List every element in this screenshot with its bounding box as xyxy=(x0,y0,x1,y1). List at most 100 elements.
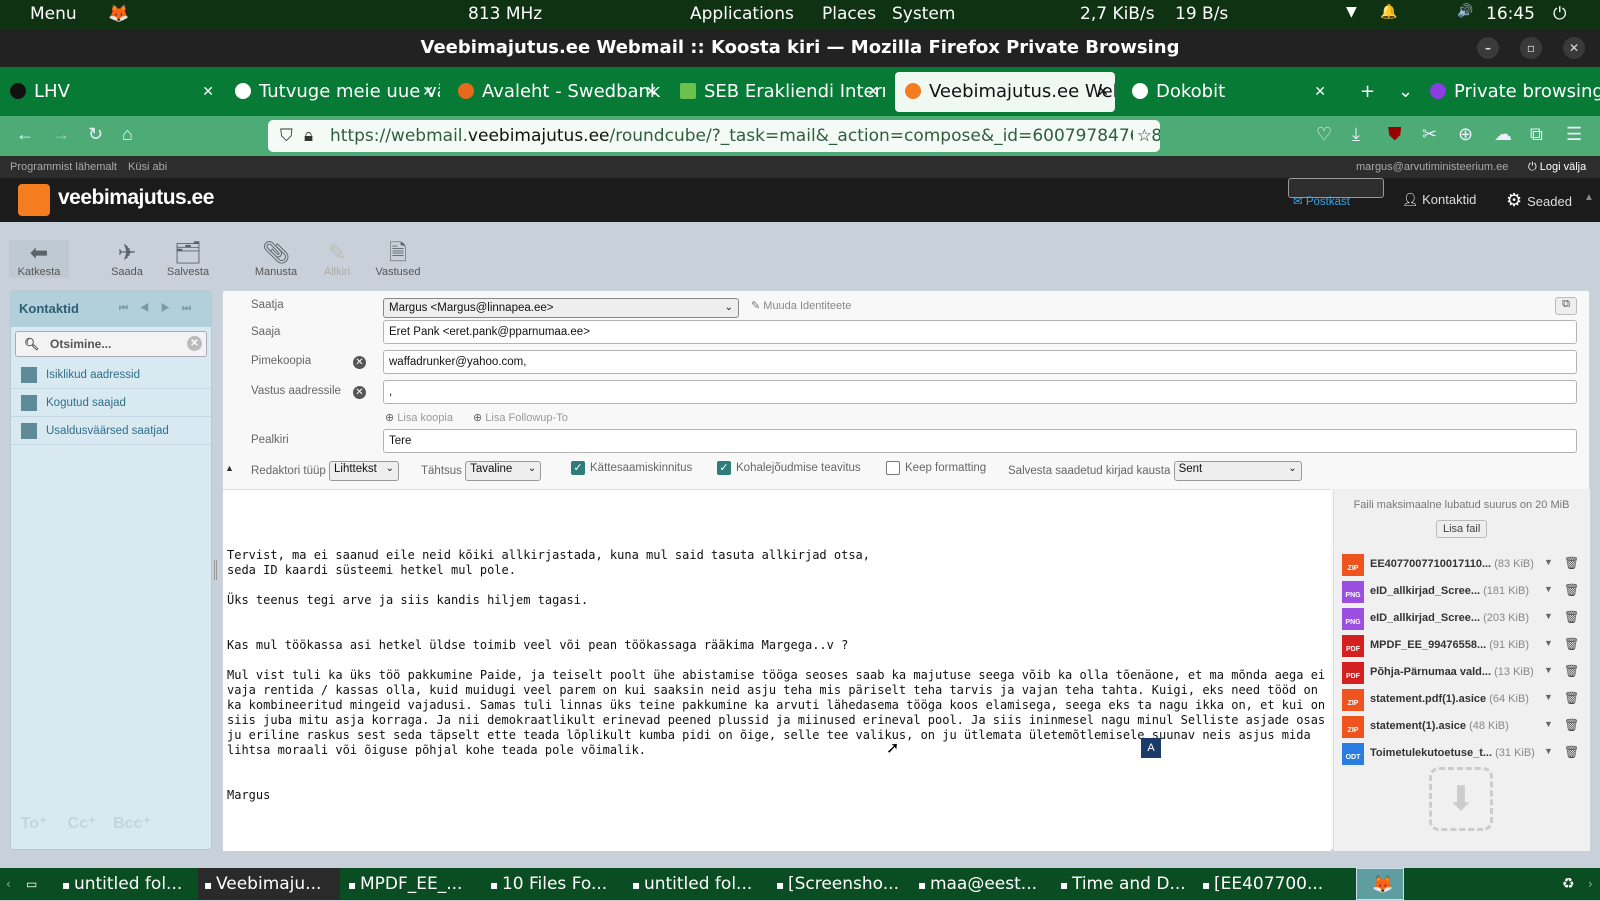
attachment-menu-chevron-icon[interactable]: ▼ xyxy=(1544,746,1553,756)
delete-attachment-trash-icon[interactable]: 🗑︎ xyxy=(1564,718,1579,732)
bookmark-star-icon[interactable]: ☆ xyxy=(1132,120,1152,152)
attachment-item[interactable]: ZIP statement.pdf(1).asice (64 KiB) ▼ 🗑︎ xyxy=(1342,687,1587,713)
cancel-button[interactable]: ⬅ Katkesta xyxy=(9,240,69,278)
pocket-icon[interactable]: ♡ xyxy=(1316,124,1332,145)
power-icon[interactable]: ⏻ xyxy=(1553,4,1566,24)
remove-bcc-icon[interactable]: ✕ xyxy=(353,356,366,369)
popout-icon[interactable]: ⧉ xyxy=(1555,297,1577,315)
close-tab-icon[interactable]: ✕ xyxy=(867,72,879,112)
add-to-button[interactable]: To⁺ xyxy=(11,799,57,843)
attach-button[interactable]: 📎︎ Manusta xyxy=(246,240,306,278)
drop-zone-download-icon[interactable]: ⬇ xyxy=(1429,767,1493,831)
taskbar-window-button[interactable]: ▪ [Screensho... xyxy=(770,868,910,900)
taskbar-window-button[interactable]: ▪ MPDF_EE_... xyxy=(342,868,482,900)
attachment-item[interactable]: PNG eID_allkirjad_Scree... (203 KiB) ▼ 🗑︎ xyxy=(1342,606,1587,632)
attachment-item[interactable]: ODT Toimetulekutoetuse_t... (31 KiB) ▼ 🗑︎ xyxy=(1342,741,1587,767)
send-button[interactable]: ✈ Saada xyxy=(97,240,157,278)
delete-attachment-trash-icon[interactable]: 🗑︎ xyxy=(1564,691,1579,705)
message-body-editor[interactable]: Tervist, ma ei saanud eile neid kõiki al… xyxy=(223,489,1331,851)
ublock-icon[interactable]: ⛊ xyxy=(1388,124,1402,145)
message-body-text[interactable]: Tervist, ma ei saanud eile neid kõiki al… xyxy=(227,548,1325,803)
bcc-input[interactable]: waffadrunker@yahoo.com, xyxy=(383,350,1577,374)
contact-group[interactable]: Isiklikud aadressid xyxy=(11,361,211,389)
applications-menu[interactable]: Applications xyxy=(690,4,794,24)
tab-seb[interactable]: SEB Erakliendi Internetipank✕ xyxy=(670,72,885,112)
taskbar-window-button[interactable]: ▪ untitled fol... xyxy=(626,868,768,900)
lock-icon[interactable]: 🔒︎ xyxy=(304,120,313,152)
priority-select[interactable]: Tavaline ⌄ xyxy=(465,461,542,481)
change-identity-link[interactable]: ✎ Muuda Identiteete xyxy=(751,299,851,312)
replyto-input[interactable]: , xyxy=(383,380,1577,404)
close-window-button[interactable]: ✕ xyxy=(1563,37,1585,59)
nav-kontaktid[interactable]: 👤︎ Kontaktid xyxy=(1390,178,1488,222)
taskbar-scroll-right-icon[interactable]: › xyxy=(1582,868,1593,900)
save-folder-select[interactable]: Sent ⌄ xyxy=(1173,461,1302,481)
contacts-search-input[interactable]: 🔍︎ Otsimine... ✕ xyxy=(15,331,207,357)
help-link[interactable]: Küsi abi xyxy=(128,156,167,178)
editor-type-select[interactable]: Lihttekst ⌄ xyxy=(329,461,399,481)
pagination-icons[interactable]: ⏮◀▶⏭ xyxy=(119,291,203,327)
close-tab-icon[interactable]: ✕ xyxy=(1097,72,1109,112)
collapse-options-icon[interactable]: ▲ xyxy=(225,463,234,473)
remove-replyto-icon[interactable]: ✕ xyxy=(353,386,366,399)
globe-icon[interactable]: ⊕ xyxy=(1458,124,1473,145)
nav-seaded[interactable]: ⚙ Seaded xyxy=(1494,178,1584,222)
volume-icon[interactable]: 🔊 xyxy=(1457,4,1473,19)
add-bcc-button[interactable]: Bcc⁺ xyxy=(109,799,155,843)
subject-input[interactable]: Tere xyxy=(383,429,1577,453)
clear-search-icon[interactable]: ✕ xyxy=(187,336,202,351)
brand-logo[interactable]: veebimajutus.ee xyxy=(58,186,214,210)
tab-veebimajutus[interactable]: Veebimajutus.ee Webmail✕ xyxy=(895,72,1115,112)
taskbar-window-button[interactable]: ▪ Time and D... xyxy=(1054,868,1194,900)
receipt-option[interactable]: ✓ Kättesaamiskinnitus xyxy=(571,461,692,475)
tab-tutvuge[interactable]: Tutvuge meie uue väljaande✕ xyxy=(225,72,440,112)
receipt-checkbox[interactable]: ✓ xyxy=(571,461,585,475)
extension-cloud-icon[interactable]: ☁ xyxy=(1494,124,1512,145)
taskbar-scroll-left-icon[interactable]: ‹ xyxy=(0,868,16,900)
tab-lhv[interactable]: LHV ✕ xyxy=(0,72,220,112)
attachment-item[interactable]: PDF Põhja-Pärnumaa vald... (13 KiB) ▼ 🗑︎ xyxy=(1342,660,1587,686)
close-tab-icon[interactable]: ✕ xyxy=(422,72,434,112)
collapse-header-icon[interactable]: ▲ xyxy=(1584,192,1594,203)
attachment-menu-chevron-icon[interactable]: ▼ xyxy=(1544,665,1553,675)
save-button[interactable]: 🗂︎ Salvesta xyxy=(158,240,218,278)
about-link[interactable]: Programmist lähemalt xyxy=(10,156,117,178)
attachment-item[interactable]: PDF MPDF_EE_99476558... (91 KiB) ▼ 🗑︎ xyxy=(1342,633,1587,659)
to-input[interactable]: Eret Pank <eret.pank@pparnumaa.ee> xyxy=(383,320,1577,344)
attachment-menu-chevron-icon[interactable]: ▼ xyxy=(1544,692,1553,702)
nav-postkast[interactable]: ✉ Postkast xyxy=(1288,178,1384,208)
places-menu[interactable]: Places xyxy=(822,4,876,24)
signature-button[interactable]: ✎ Allkiri xyxy=(307,240,367,278)
delete-attachment-trash-icon[interactable]: 🗑︎ xyxy=(1564,583,1579,597)
tab-swedbank[interactable]: Avaleht - Swedbank ✕ xyxy=(448,72,663,112)
minimize-button[interactable]: – xyxy=(1477,37,1499,59)
shield-icon[interactable]: ⛉ xyxy=(280,120,293,152)
taskbar-window-button[interactable]: ▪ [EE407700... xyxy=(1196,868,1336,900)
delete-attachment-trash-icon[interactable]: 🗑︎ xyxy=(1564,637,1579,651)
clock[interactable]: 16:45 xyxy=(1486,4,1535,24)
back-icon[interactable]: ← xyxy=(16,124,34,145)
taskbar-window-button[interactable]: ▪ maa@eest... xyxy=(912,868,1052,900)
show-desktop-icon[interactable]: ▭ xyxy=(20,868,37,900)
attachment-item[interactable]: PNG eID_allkirjad_Scree... (181 KiB) ▼ 🗑︎ xyxy=(1342,579,1587,605)
close-tab-icon[interactable]: ✕ xyxy=(645,72,657,112)
close-tab-icon[interactable]: ✕ xyxy=(202,72,214,112)
tab-list-chevron-icon[interactable]: ⌄ xyxy=(1388,72,1413,112)
attachment-item[interactable]: ZIP statement(1).asice (48 KiB) ▼ 🗑︎ xyxy=(1342,714,1587,740)
new-tab-button[interactable]: + xyxy=(1350,72,1375,112)
bell-icon[interactable]: 🔔 xyxy=(1380,4,1397,20)
dsn-option[interactable]: ✓ Kohalejõudmise teavitus xyxy=(717,461,861,475)
delete-attachment-trash-icon[interactable]: 🗑︎ xyxy=(1564,556,1579,570)
tab-dokobit[interactable]: Dokobit ✕ xyxy=(1122,72,1332,112)
delete-attachment-trash-icon[interactable]: 🗑︎ xyxy=(1564,610,1579,624)
system-menu[interactable]: System xyxy=(892,4,955,24)
extensions-icon[interactable]: ⧉ xyxy=(1530,124,1543,145)
home-icon[interactable]: ⌂ xyxy=(122,124,133,145)
panel-resize-handle[interactable] xyxy=(214,560,217,580)
url-bar[interactable]: ⛉ 🔒︎ https://webmail.veebimajutus.ee/rou… xyxy=(268,120,1160,152)
add-followup-link[interactable]: ⊕ Lisa Followup-To xyxy=(473,411,568,424)
attachment-menu-chevron-icon[interactable]: ▼ xyxy=(1544,557,1553,567)
reload-icon[interactable]: ↻ xyxy=(88,124,103,145)
firefox-icon[interactable]: 🦊 xyxy=(108,4,129,24)
add-file-button[interactable]: Lisa fail xyxy=(1436,520,1488,538)
